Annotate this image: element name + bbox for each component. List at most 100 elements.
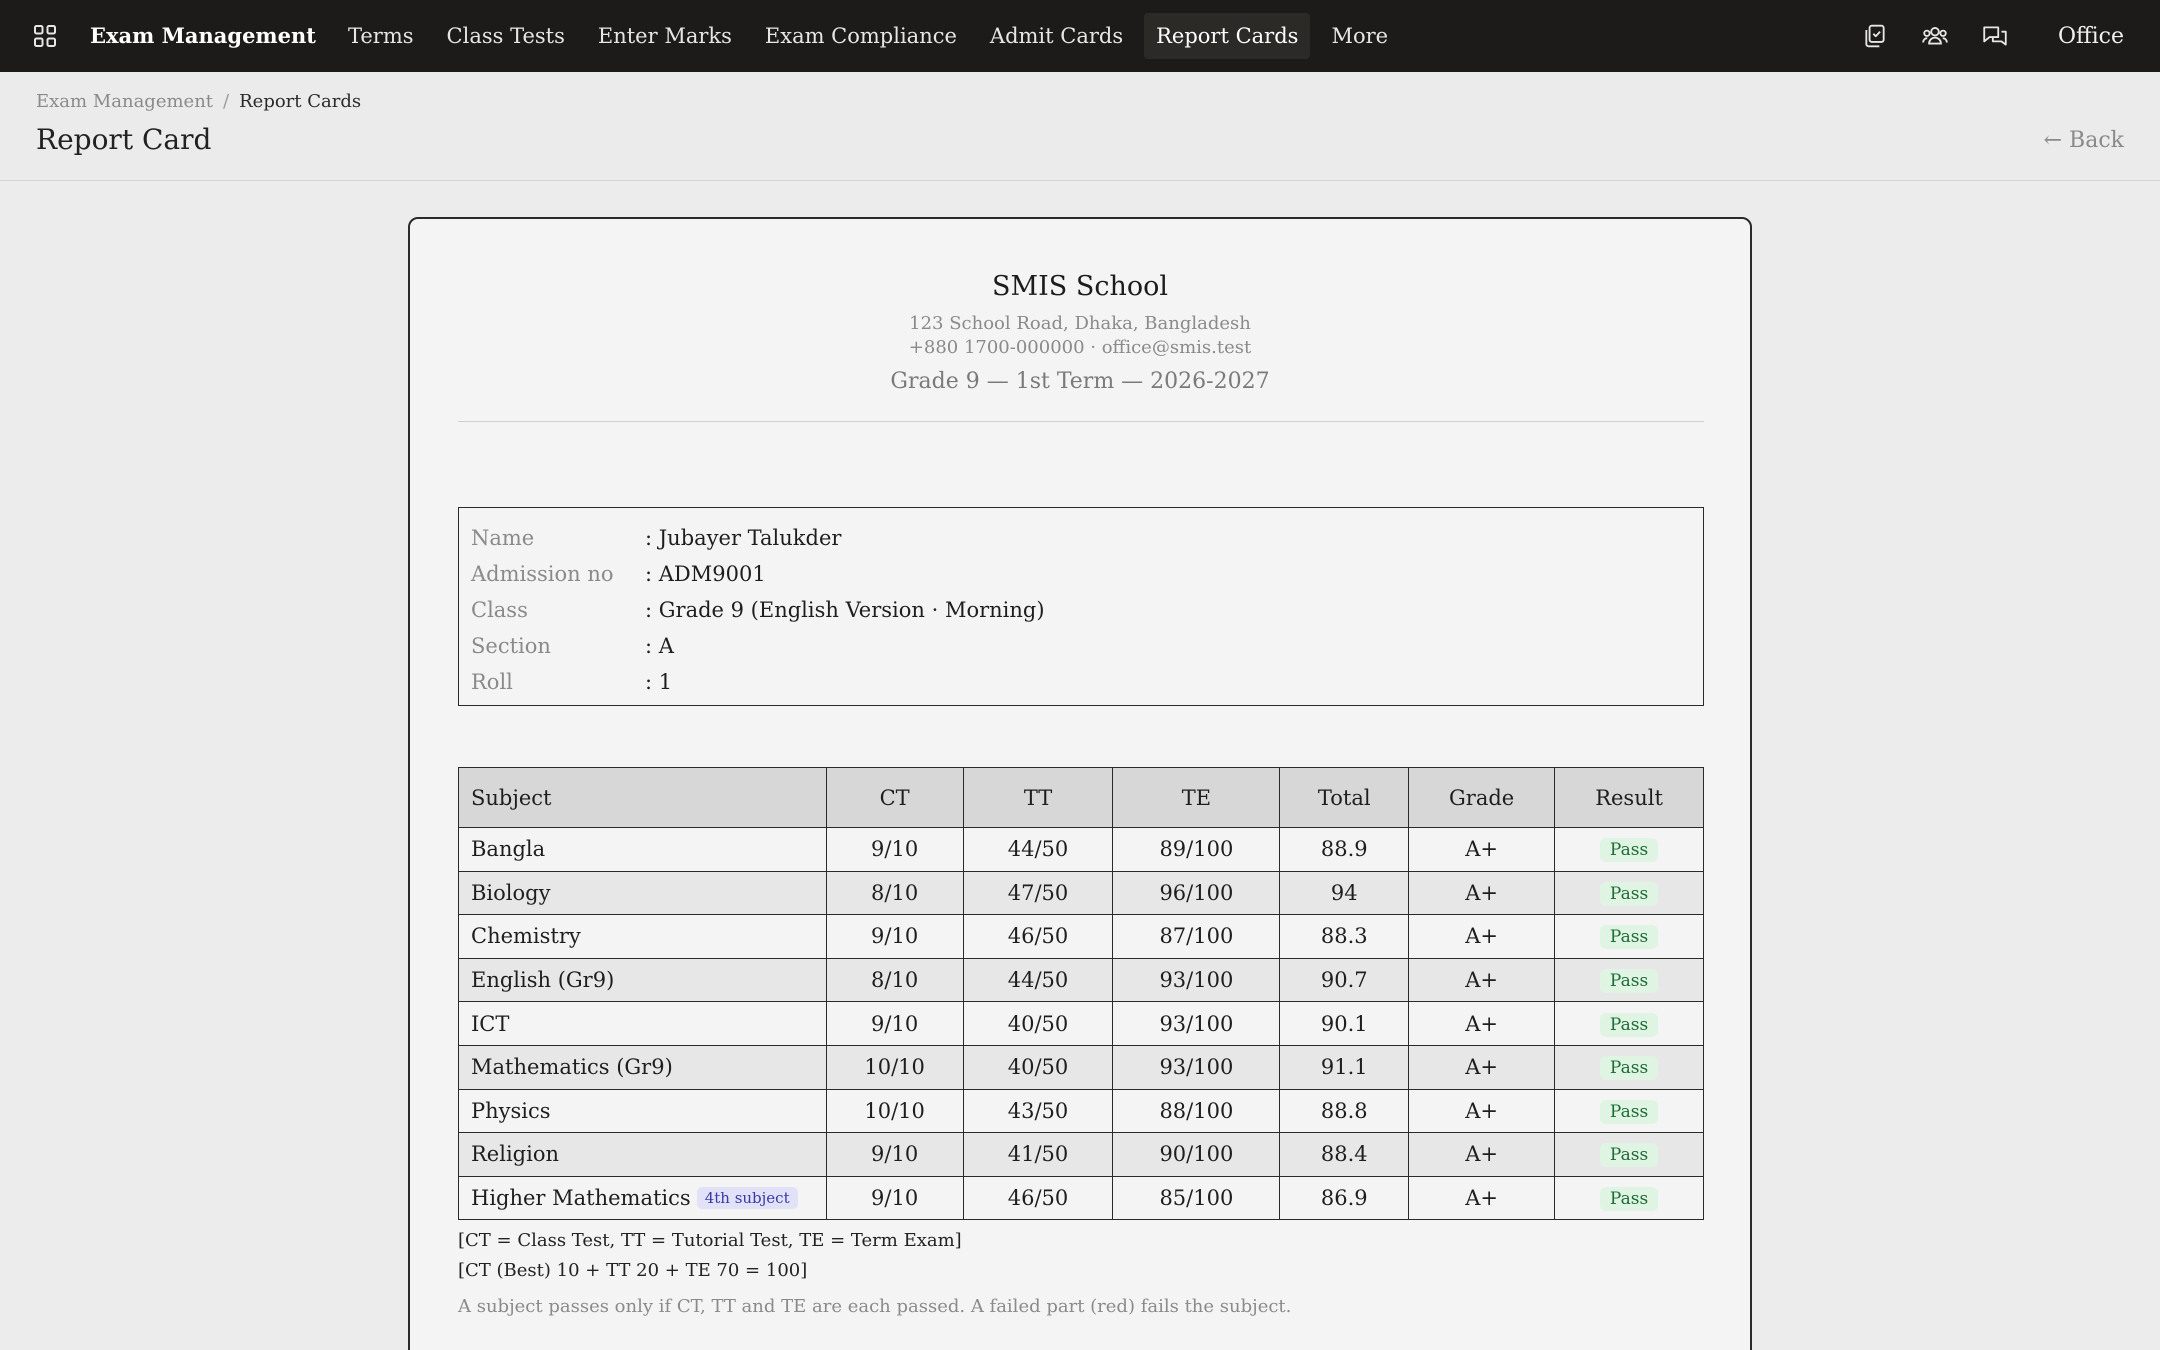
total-cell: 88.9 [1279,827,1410,872]
column-header: TT [962,767,1114,828]
info-value: : Grade 9 (English Version · Morning) [645,598,1045,622]
nav-item-report-cards[interactable]: Report Cards [1144,13,1311,59]
table-row: Mathematics (Gr9) 10/10 40/50 93/100 91.… [458,1044,1704,1090]
total-cell: 88.4 [1279,1132,1410,1177]
result-cell: Pass [1554,914,1704,959]
te-cell: 88/100 [1112,1088,1281,1134]
breadcrumb: Exam Management / Report Cards [36,91,361,112]
pass-badge: Pass [1599,1012,1659,1037]
subject-cell: Higher Mathematics 4th subject [458,1175,827,1221]
main-nav: Exam Management Terms Class Tests Enter … [78,12,1409,60]
column-header: Total [1279,767,1410,828]
te-cell: 93/100 [1112,957,1281,1003]
subject-cell: Mathematics (Gr9) [458,1044,827,1090]
top-navbar: Exam Management Terms Class Tests Enter … [0,0,2160,72]
total-cell: 94 [1279,870,1410,916]
info-label: Class [471,598,528,622]
table-row: Religion 9/10 41/50 90/100 88.4 A+ Pass [458,1132,1704,1177]
info-value: : Jubayer Talukder [645,526,842,550]
tt-cell: 40/50 [962,1001,1114,1046]
back-button[interactable]: ← Back [2044,128,2124,153]
subject-cell: Chemistry [458,914,827,959]
tt-cell: 46/50 [962,1175,1114,1221]
table-row: Biology 8/10 47/50 96/100 94 A+ Pass [458,870,1704,916]
nav-brand-exam-management[interactable]: Exam Management [78,13,328,59]
subject-cell: ICT [458,1001,827,1046]
total-cell: 91.1 [1279,1044,1410,1090]
total-cell: 90.1 [1279,1001,1410,1046]
top-actions: Office [1860,0,2160,72]
pass-badge: Pass [1599,969,1659,994]
school-contact: +880 1700-000000 · office@smis.test [908,337,1252,358]
info-value: : A [645,634,674,658]
total-cell: 88.8 [1279,1088,1410,1134]
subject-name: Higher Mathematics [471,1186,691,1211]
info-row-class: Class : Grade 9 (English Version · Morni… [459,592,1703,628]
apps-grid-icon[interactable] [33,24,57,48]
total-cell: 86.9 [1279,1175,1410,1221]
nav-item-admit-cards[interactable]: Admit Cards [978,13,1135,59]
grade-cell: A+ [1408,1001,1556,1046]
pass-badge: Pass [1599,1187,1659,1212]
table-row: Bangla 9/10 44/50 89/100 88.9 A+ Pass [458,827,1704,872]
pass-badge: Pass [1599,881,1659,906]
term-line: Grade 9 — 1st Term — 2026-2027 [890,369,1270,394]
ct-cell: 9/10 [825,914,964,959]
student-info-box: Name : Jubayer Talukder Admission no : A… [458,507,1704,706]
nav-item-class-tests[interactable]: Class Tests [435,13,577,59]
grade-cell: A+ [1408,957,1556,1003]
grade-cell: A+ [1408,827,1556,872]
report-card: SMIS School 123 School Road, Dhaka, Bang… [408,217,1752,1350]
ct-cell: 10/10 [825,1044,964,1090]
breadcrumb-exam-management[interactable]: Exam Management [36,91,213,112]
fourth-subject-badge: 4th subject [696,1187,798,1210]
chat-bubbles-icon[interactable] [1980,21,2010,51]
ct-cell: 10/10 [825,1088,964,1134]
result-cell: Pass [1554,870,1704,916]
legend-note: [CT = Class Test, TT = Tutorial Test, TE… [458,1230,962,1251]
total-cell: 90.7 [1279,957,1410,1003]
nav-item-more[interactable]: More [1319,13,1400,59]
info-value: : ADM9001 [645,562,766,586]
nav-item-terms[interactable]: Terms [336,13,426,59]
subject-cell: English (Gr9) [458,957,827,1003]
tt-cell: 43/50 [962,1088,1114,1134]
grade-cell: A+ [1408,1044,1556,1090]
table-row: Chemistry 9/10 46/50 87/100 88.3 A+ Pass [458,914,1704,959]
column-header: Subject [458,767,827,828]
breadcrumb-report-cards: Report Cards [239,91,362,112]
ct-cell: 9/10 [825,1132,964,1177]
pass-badge: Pass [1599,838,1659,863]
clipboard-check-icon[interactable] [1860,21,1890,51]
nav-item-enter-marks[interactable]: Enter Marks [586,13,744,59]
school-name: SMIS School [991,271,1169,302]
te-cell: 85/100 [1112,1175,1281,1221]
column-header: CT [825,767,964,828]
column-header: TE [1112,767,1281,828]
ct-cell: 9/10 [825,1175,964,1221]
pass-badge: Pass [1599,925,1659,950]
office-menu[interactable]: Office [2058,24,2124,49]
info-label: Name [471,526,535,550]
breadcrumb-separator: / [223,91,230,112]
ct-cell: 8/10 [825,957,964,1003]
column-header: Grade [1408,767,1556,828]
pass-rule-note: A subject passes only if CT, TT and TE a… [458,1296,1292,1317]
table-row: ICT 9/10 40/50 93/100 90.1 A+ Pass [458,1001,1704,1046]
info-row-name: Name : Jubayer Talukder [459,520,1703,556]
pass-badge: Pass [1599,1099,1659,1124]
tt-cell: 47/50 [962,870,1114,916]
grade-cell: A+ [1408,1175,1556,1221]
info-row-roll: Roll : 1 [459,664,1703,700]
table-row: Physics 10/10 43/50 88/100 88.8 A+ Pass [458,1088,1704,1134]
users-group-icon[interactable] [1920,21,1950,51]
info-row-admission: Admission no : ADM9001 [459,556,1703,592]
te-cell: 87/100 [1112,914,1281,959]
ct-cell: 9/10 [825,1001,964,1046]
table-row: English (Gr9) 8/10 44/50 93/100 90.7 A+ … [458,957,1704,1003]
result-cell: Pass [1554,1132,1704,1177]
tt-cell: 40/50 [962,1044,1114,1090]
nav-item-exam-compliance[interactable]: Exam Compliance [753,13,969,59]
school-address: 123 School Road, Dhaka, Bangladesh [909,313,1251,334]
pass-badge: Pass [1599,1056,1659,1081]
